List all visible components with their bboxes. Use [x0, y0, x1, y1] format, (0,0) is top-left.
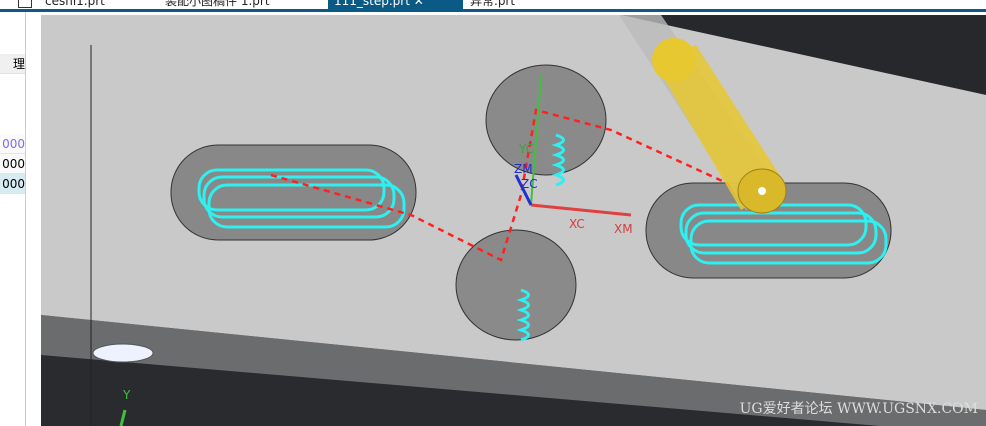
list-item[interactable]: 000: [0, 154, 25, 174]
graphics-viewport[interactable]: YC ZM ZC XC XM Y UG爱好者论坛 WWW.UGSNX.COM: [41, 15, 986, 426]
tab-ceshi1[interactable]: ceshi1.prt: [45, 0, 105, 9]
hole-bottom: [455, 229, 577, 341]
window-icon[interactable]: [18, 0, 32, 8]
zm-label: ZM: [514, 162, 533, 176]
watermark: UG爱好者论坛 WWW.UGSNX.COM: [739, 401, 978, 417]
close-icon[interactable]: ✕: [414, 0, 424, 8]
file-tab-bar: ceshi1.prt 装配小图稿件 1.prt 111_step.prt ✕ 异…: [0, 0, 986, 12]
splitter[interactable]: [27, 12, 41, 426]
operation-panel: 理 000 000 000: [0, 12, 26, 426]
list-item[interactable]: 000: [0, 134, 25, 154]
tab-111-step[interactable]: 111_step.prt ✕: [328, 0, 463, 9]
list-item[interactable]: 000: [0, 174, 25, 194]
xc-label: XC: [569, 217, 585, 231]
tab-assembly[interactable]: 装配小图稿件 1.prt: [165, 0, 270, 9]
xm-label: XM: [614, 222, 633, 236]
column-header: 理: [0, 54, 25, 74]
tab-abnormal[interactable]: 异常.prt: [470, 0, 515, 9]
hole-top: [485, 64, 607, 176]
hole: [92, 343, 154, 363]
y-axis-label: Y: [123, 388, 131, 402]
part-model: [41, 15, 986, 426]
zc-label: ZC: [521, 177, 538, 191]
yc-label: YC: [519, 142, 535, 156]
tab-label: 111_step.prt: [334, 0, 410, 8]
